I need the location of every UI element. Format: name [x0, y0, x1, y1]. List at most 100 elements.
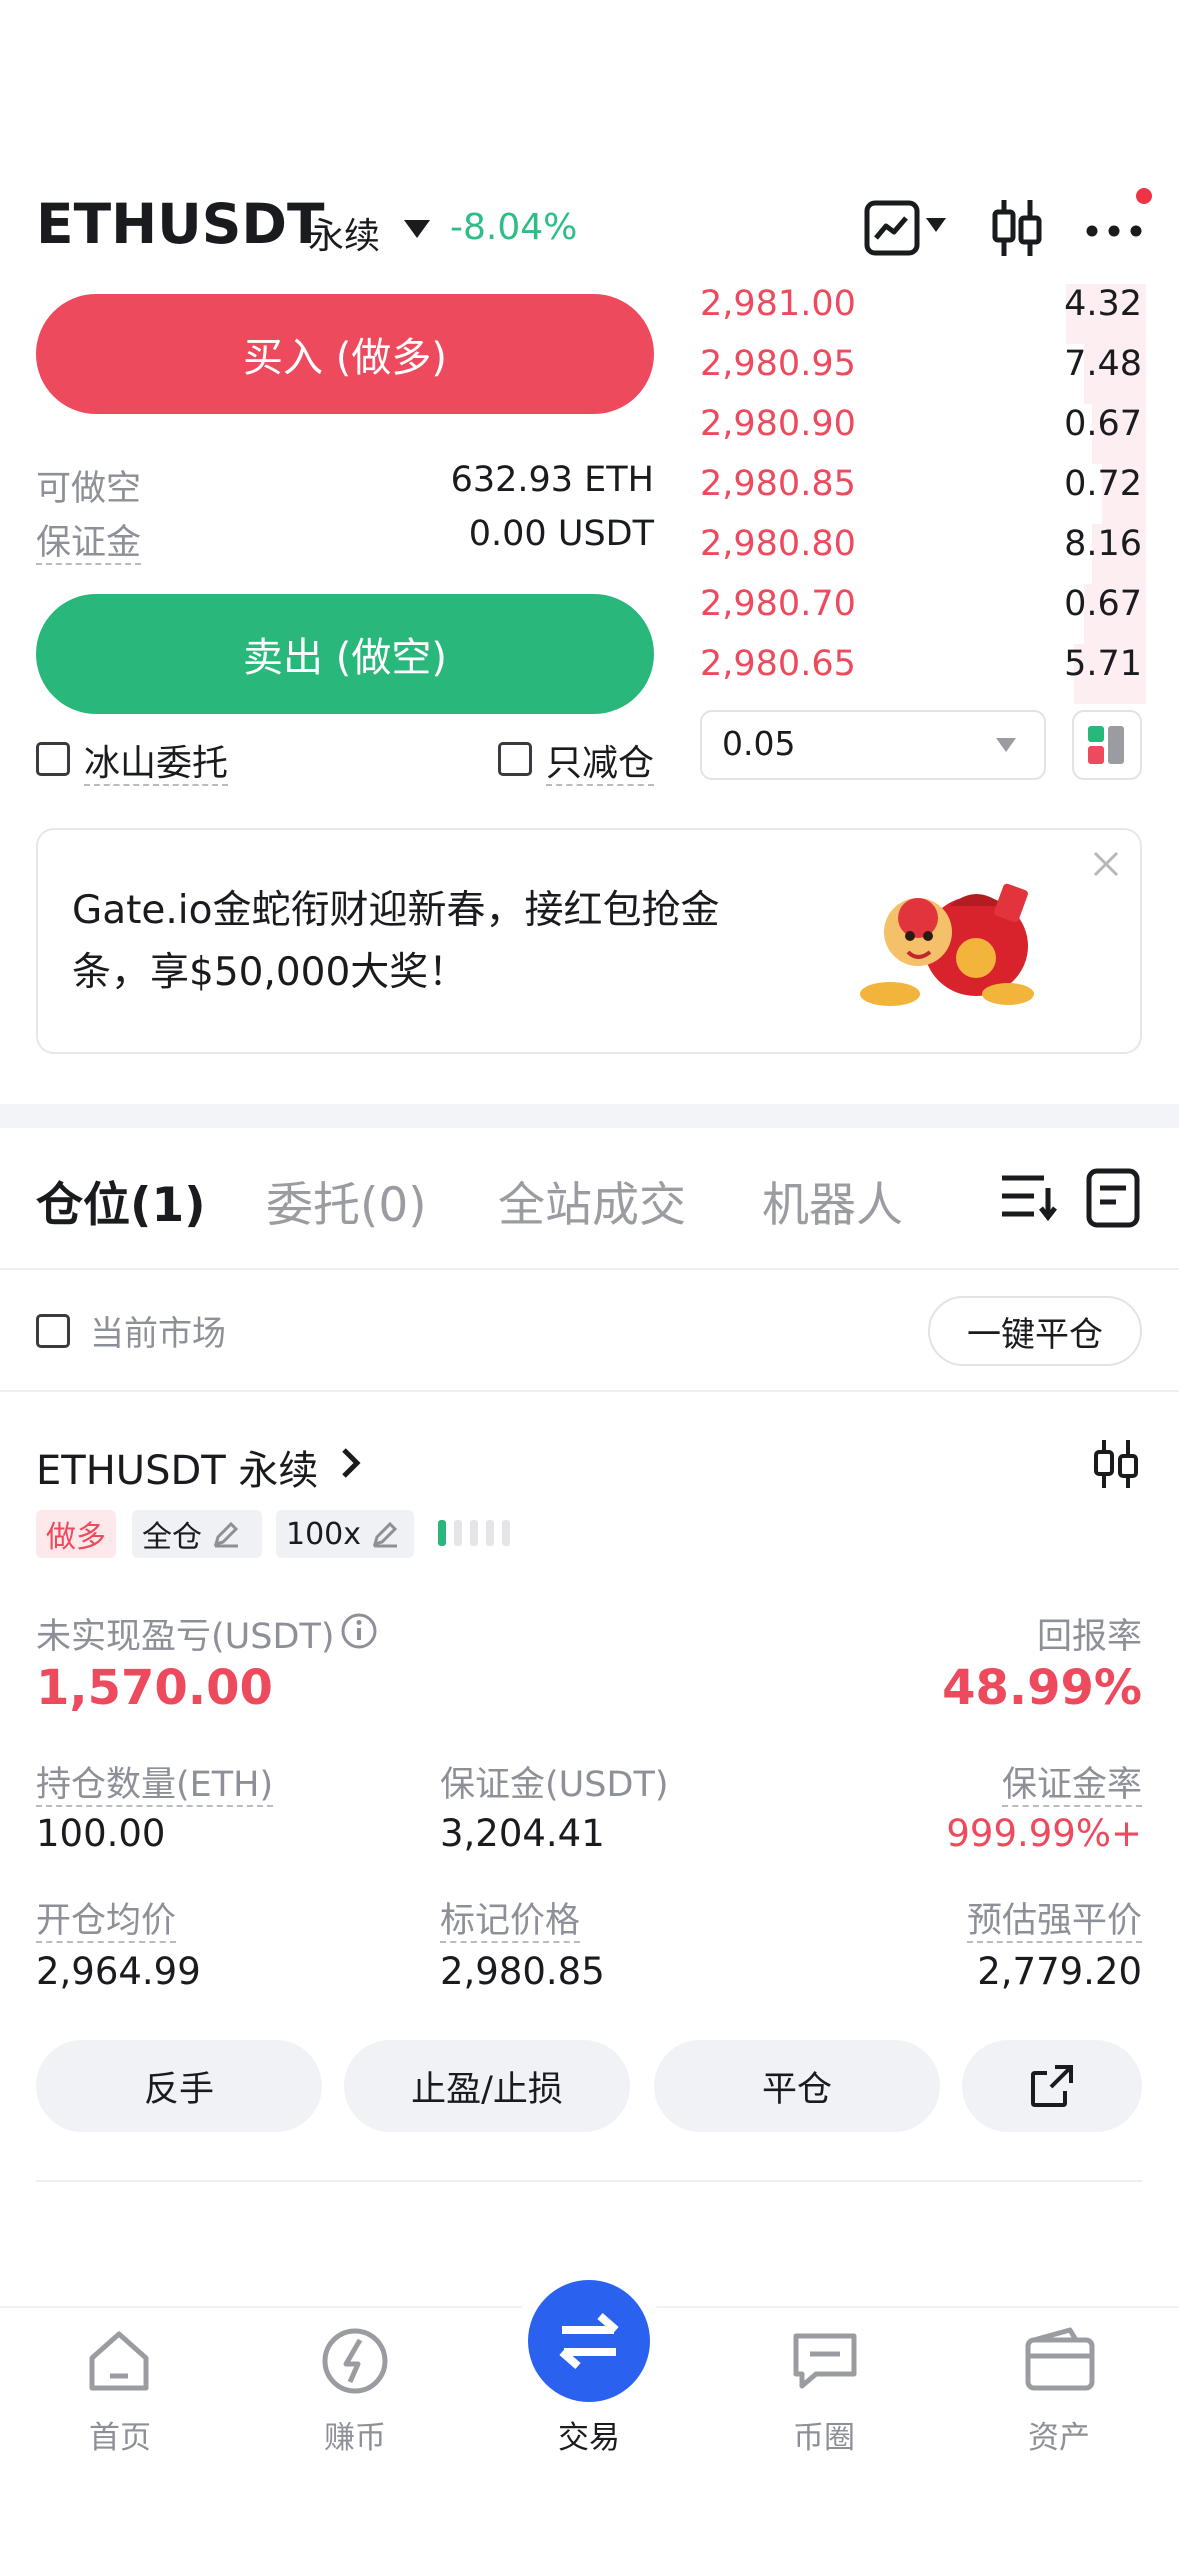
tab-bots[interactable]: 机器人 — [762, 1166, 903, 1235]
nav-earn-label[interactable]: 赚币 — [285, 2412, 425, 2457]
symbol-dropdown-icon[interactable] — [404, 220, 430, 238]
reverse-button[interactable]: 反手 — [36, 2040, 322, 2132]
close-all-button[interactable]: 一键平仓 — [928, 1296, 1142, 1366]
leverage-label: 100x — [286, 1516, 362, 1552]
mark-price-value: 2,980.85 — [440, 1950, 605, 1993]
unrealized-pnl-value: 1,570.00 — [36, 1660, 273, 1716]
candlestick-icon[interactable] — [1092, 1438, 1140, 1494]
contract-type[interactable]: 永续 — [308, 207, 380, 259]
ask-qty: 7.48 — [1064, 344, 1142, 384]
earn-icon[interactable] — [320, 2326, 390, 2400]
share-icon — [1031, 2065, 1073, 2107]
reduce-only-checkbox[interactable] — [498, 742, 532, 776]
entry-price-value: 2,964.99 — [36, 1950, 201, 1993]
trade-icon — [559, 2312, 619, 2370]
chevron-down-icon — [996, 738, 1016, 752]
ask-price: 2,980.80 — [700, 524, 856, 564]
share-button[interactable] — [962, 2040, 1142, 2132]
current-market-checkbox[interactable] — [36, 1314, 70, 1348]
divider — [0, 1268, 1179, 1270]
iceberg-checkbox[interactable] — [36, 742, 70, 776]
mark-price-label: 标记价格 — [440, 1901, 581, 1943]
nav-community-label[interactable]: 币圈 — [754, 2412, 894, 2457]
candlestick-icon[interactable] — [990, 196, 1044, 264]
reduce-only-label: 只减仓 — [546, 743, 655, 786]
ask-qty: 0.72 — [1064, 464, 1142, 504]
orderbook-layout-icon — [1088, 726, 1124, 764]
divider — [0, 1390, 1179, 1392]
document-icon[interactable] — [1086, 1168, 1140, 1232]
chevron-right-icon[interactable] — [340, 1446, 362, 1484]
nav-assets-label[interactable]: 资产 — [989, 2412, 1129, 2457]
margin-mode-label: 全仓 — [142, 1520, 202, 1555]
ask-price: 2,980.95 — [700, 344, 856, 384]
margin-mode-tag[interactable]: 全仓 — [132, 1510, 262, 1558]
entry-price-label: 开仓均价 — [36, 1901, 177, 1943]
leverage-tag[interactable]: 100x — [276, 1510, 414, 1558]
notification-dot — [1136, 188, 1152, 204]
side-tag: 做多 — [36, 1510, 116, 1558]
precision-value: 0.05 — [722, 724, 796, 763]
tab-positions[interactable]: 仓位(1) — [36, 1166, 206, 1235]
orderbook-ask-row[interactable]: 2,980.85 0.72 — [700, 464, 1146, 524]
ask-price: 2,981.00 — [700, 284, 856, 324]
tab-market-trades[interactable]: 全站成交 — [498, 1166, 686, 1235]
iceberg-label: 冰山委托 — [84, 743, 229, 786]
available-value: 632.93 ETH — [450, 460, 654, 500]
close-position-button[interactable]: 平仓 — [654, 2040, 940, 2132]
ask-qty: 5.71 — [1064, 644, 1142, 684]
wallet-icon[interactable] — [1024, 2326, 1096, 2400]
orderbook-layout-button[interactable] — [1072, 710, 1142, 780]
orderbook-ask-row[interactable]: 2,980.90 0.67 — [700, 404, 1146, 464]
divider — [36, 2180, 1142, 2182]
orderbook-ask-row[interactable]: 2,981.00 4.32 — [700, 284, 1146, 344]
more-icon[interactable] — [1086, 222, 1142, 241]
nav-trade-label[interactable]: 交易 — [519, 2412, 659, 2457]
orderbook-ask-row[interactable]: 2,980.65 5.71 — [700, 644, 1146, 704]
current-market-label: 当前市场 — [90, 1314, 226, 1354]
ask-price: 2,980.70 — [700, 584, 856, 624]
ask-price: 2,980.90 — [700, 404, 856, 444]
close-icon[interactable] — [1092, 850, 1120, 882]
available-label: 可做空 — [36, 469, 142, 509]
home-icon[interactable] — [84, 2326, 154, 2400]
chart-dropdown-icon[interactable] — [926, 218, 946, 232]
margin-usdt-label: 保证金(USDT) — [440, 1765, 669, 1805]
liq-price-value: 2,779.20 — [977, 1950, 1142, 1993]
margin-ratio-value: 999.99%+ — [946, 1812, 1142, 1855]
tp-sl-button[interactable]: 止盈/止损 — [344, 2040, 630, 2132]
position-symbol[interactable]: ETHUSDT 永续 — [36, 1438, 318, 1496]
promo-text: Gate.io金蛇衔财迎新春，接红包抢金条，享$50,000大奖！ — [72, 888, 720, 995]
roi-label: 回报率 — [1036, 1617, 1142, 1657]
ask-qty: 8.16 — [1064, 524, 1142, 564]
roi-value: 48.99% — [942, 1660, 1142, 1716]
nav-home-label[interactable]: 首页 — [50, 2412, 190, 2457]
margin-usdt-value: 3,204.41 — [440, 1812, 605, 1855]
trade-button[interactable] — [528, 2280, 650, 2402]
edit-icon — [372, 1521, 398, 1548]
info-icon[interactable] — [340, 1612, 378, 1654]
community-icon[interactable] — [790, 2326, 860, 2400]
chart-line-icon[interactable] — [864, 200, 920, 260]
size-label: 持仓数量(ETH) — [36, 1765, 274, 1807]
margin-ratio-label: 保证金率 — [1001, 1765, 1142, 1807]
adl-indicator-icon — [436, 1518, 522, 1554]
sort-filter-icon[interactable] — [1000, 1172, 1058, 1226]
unrealized-pnl-label: 未实现盈亏(USDT) — [36, 1617, 335, 1657]
price-change: -8.04% — [450, 207, 578, 248]
ask-price: 2,980.85 — [700, 464, 856, 504]
orderbook-ask-row[interactable]: 2,980.70 0.67 — [700, 584, 1146, 644]
symbol-title[interactable]: ETHUSDT — [36, 192, 325, 256]
ask-qty: 0.67 — [1064, 404, 1142, 444]
sell-short-button[interactable]: 卖出 (做空) — [36, 594, 654, 714]
buy-long-button[interactable]: 买入 (做多) — [36, 294, 654, 414]
liq-price-label: 预估强平价 — [966, 1901, 1142, 1943]
ask-qty: 4.32 — [1064, 284, 1142, 324]
edit-icon — [213, 1521, 239, 1548]
orderbook-ask-row[interactable]: 2,980.95 7.48 — [700, 344, 1146, 404]
margin-label: 保证金 — [36, 523, 142, 565]
orderbook-ask-row[interactable]: 2,980.80 8.16 — [700, 524, 1146, 584]
ask-price: 2,980.65 — [700, 644, 856, 684]
ask-qty: 0.67 — [1064, 584, 1142, 624]
tab-orders[interactable]: 委托(0) — [266, 1166, 427, 1235]
